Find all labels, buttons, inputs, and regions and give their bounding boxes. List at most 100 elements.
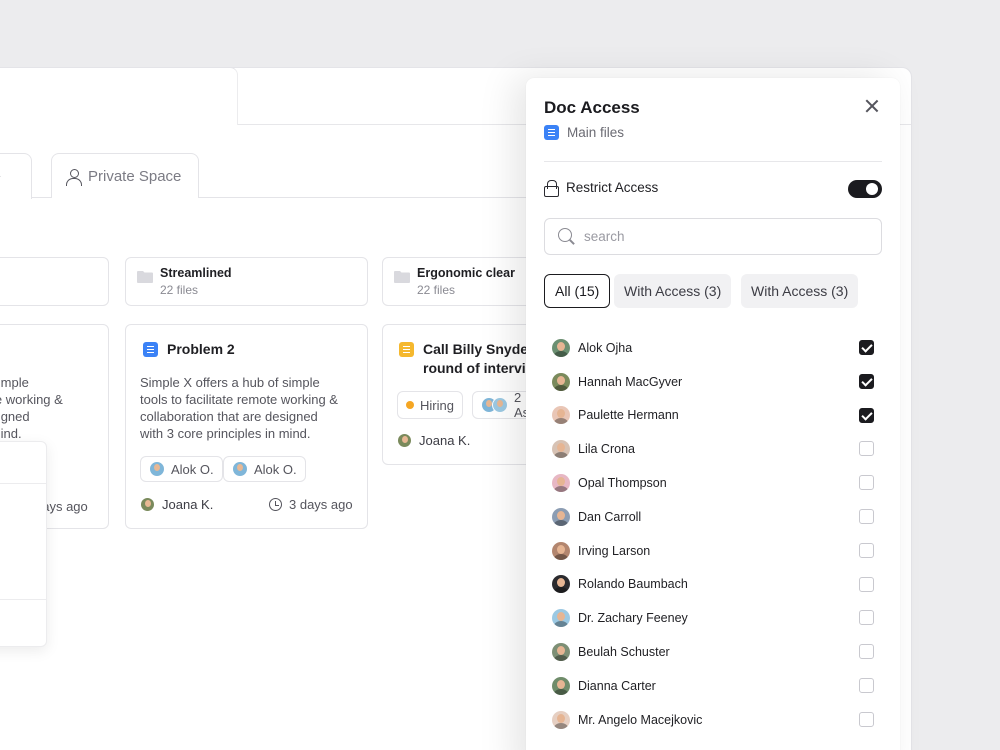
person-name: Mr. Angelo Macejkovic [578,712,703,727]
app-topbar-tab[interactable] [0,67,238,125]
search-box[interactable] [544,218,882,255]
person-name: Irving Larson [578,543,651,558]
filter-with-access[interactable]: With Access (3) [614,274,732,308]
divider [544,161,882,162]
person-row[interactable]: Rolando Baumbach [552,568,882,602]
document-icon [143,342,158,357]
card-title: Call Billy Snyder round of intervie [423,341,534,376]
person-row[interactable]: Lila Crona [552,432,882,466]
access-checkbox[interactable] [859,508,874,524]
person-name: Lila Crona [578,442,635,457]
time-label: 3 days ago [289,497,353,512]
avatar [552,575,570,594]
access-checkbox[interactable] [859,711,874,727]
folder-card[interactable]: Streamlined 22 files [125,257,368,306]
popover-divider [0,483,46,484]
clock-icon [269,498,282,511]
user-icon [66,168,82,186]
access-checkbox[interactable] [859,576,874,592]
restrict-access-toggle[interactable] [848,180,882,198]
person-name: Dan Carroll [578,509,642,524]
card-author: Joana K. [140,497,213,512]
access-checkbox[interactable] [859,542,874,558]
avatar [552,541,570,560]
card-description: Simple X offers a hub of simple tools to… [140,375,338,441]
folder-icon [394,271,410,283]
popover-menu [0,441,47,647]
access-checkbox[interactable] [859,475,874,491]
tab-label: ce [0,168,1,185]
person-row[interactable]: Mr. Angelo Macejkovic [552,703,882,737]
restrict-access-row: Restrict Access [544,180,658,197]
folder-icon [137,271,153,283]
person-row[interactable]: Irving Larson [552,534,882,568]
folder-name: ary [0,266,96,280]
author-name: Joana K. [419,433,471,448]
drawer-title: Doc Access [544,98,640,117]
folder-name: Streamlined [160,266,232,280]
card-time: 3 days ago [269,497,353,512]
popover-divider [0,599,46,600]
avatar [552,676,570,695]
avatar [552,710,570,729]
avatar [552,609,570,628]
access-checkbox[interactable] [859,644,874,660]
search-input[interactable] [584,229,854,244]
access-checkbox[interactable] [859,610,874,626]
access-checkbox[interactable] [859,677,874,693]
subtitle-label: Main files [567,125,625,140]
search-icon [558,228,575,245]
assignee-chip[interactable]: Alok O. [223,456,306,482]
task-card[interactable]: Call Billy Snyder round of intervie Hiri… [382,324,542,465]
avatar [552,474,570,493]
doc-access-drawer: Doc Access Main files Restrict Access Al… [526,78,900,750]
person-row[interactable]: Paulette Hermann [552,399,882,433]
author-name: Joana K. [162,497,214,512]
document-icon [544,125,559,140]
people-list: Alok Ojha Hannah MacGyver Paulette Hermann… [552,331,882,737]
close-icon[interactable] [864,98,880,114]
person-name: Beulah Schuster [578,645,670,660]
avatar [552,440,570,459]
document-icon [399,342,414,357]
tab-shared-space[interactable]: ce [0,153,32,199]
person-name: Hannah MacGyver [578,374,683,389]
person-name: Alok Ojha [578,340,633,355]
access-checkbox[interactable] [859,441,874,457]
tab-private-space[interactable]: Private Space [51,153,199,198]
person-name: Opal Thompson [578,476,667,491]
access-checkbox[interactable] [859,340,874,355]
person-row[interactable]: Dan Carroll [552,500,882,534]
folder-name: Ergonomic clear [417,266,515,280]
card-title: Problem 2 [167,341,235,357]
person-row[interactable]: Alok Ojha [552,331,882,365]
avatar [552,507,570,526]
person-row[interactable]: Opal Thompson [552,466,882,500]
person-row[interactable]: Dianna Carter [552,669,882,703]
tag-chip[interactable]: Hiring [397,391,463,419]
avatar [232,461,248,477]
person-name: Dr. Zachary Feeney [578,611,688,626]
access-checkbox[interactable] [859,373,874,389]
folder-card[interactable]: ary [0,257,109,306]
chip-label: Alok O. [254,461,297,477]
avatar [140,497,155,512]
task-card[interactable]: Problem 2 Simple X offers a hub of simpl… [125,324,368,529]
assignee-chip[interactable]: Alok O. [140,456,223,482]
card-author: Joana K. [397,433,470,448]
avatar [552,643,570,662]
person-row[interactable]: Beulah Schuster [552,635,882,669]
folder-card[interactable]: Ergonomic clear 22 files [382,257,542,306]
access-checkbox[interactable] [859,407,874,423]
avatar [552,338,570,357]
person-row[interactable]: Hannah MacGyver [552,365,882,399]
tab-label: Private Space [88,167,182,185]
avatar [149,461,165,477]
filter-with-access-2[interactable]: With Access (3) [741,274,859,308]
folder-count: 22 files [417,283,456,297]
person-row[interactable]: Dr. Zachary Feeney [552,601,882,635]
filter-all[interactable]: All (15) [544,274,611,308]
card-description: b of simple emote working & e designed s… [0,375,63,441]
status-dot [406,401,414,409]
avatar [397,433,412,448]
